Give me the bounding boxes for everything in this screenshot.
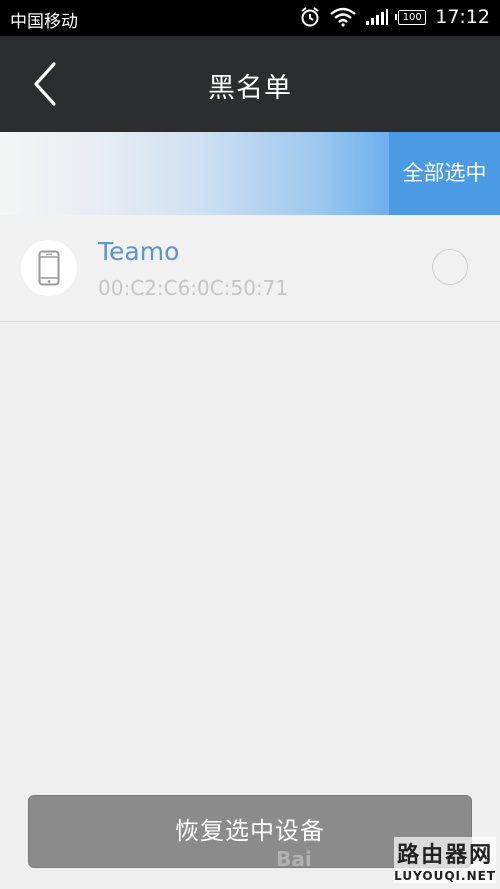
wifi-icon [330, 7, 357, 27]
status-icons: 100 17:12 [299, 6, 490, 28]
alarm-icon [301, 7, 319, 27]
list-item[interactable]: Teamo 00:C2:C6:0C:50:71 [0, 215, 500, 322]
baidu-watermark: Bai [276, 847, 312, 871]
watermark-site-en: LUYOUQI.NET [394, 869, 496, 883]
signal-icon [366, 9, 389, 25]
device-select-radio[interactable] [432, 249, 468, 285]
device-avatar [21, 240, 77, 296]
select-all-button[interactable]: 全部选中 [389, 132, 500, 215]
device-name: Teamo [98, 237, 180, 266]
title-bar: 黑名单 [0, 36, 500, 132]
device-mac-address: 00:C2:C6:0C:50:71 [98, 276, 289, 300]
watermark-site-cn: 路由器网 [394, 837, 496, 869]
watermark: Bai 路由器网 LUYOUQI.NET [276, 837, 496, 883]
phone-icon [38, 250, 60, 286]
page-title: 黑名单 [208, 73, 292, 104]
status-bar: 中国移动 100 17:12 [0, 0, 500, 36]
status-time: 17:12 [435, 6, 490, 28]
selection-banner: 全部选中 [0, 132, 500, 215]
carrier-name: 中国移动 [10, 12, 78, 32]
battery-icon: 100 [395, 9, 427, 25]
